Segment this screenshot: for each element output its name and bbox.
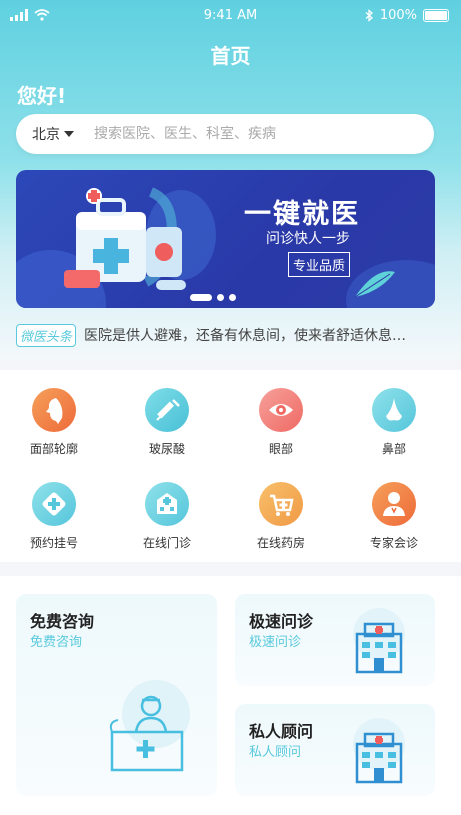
banner-subline: 问诊快人一步 [266, 231, 350, 247]
promo-banner[interactable]: 一键就医 问诊快人一步 专业品质 [16, 170, 435, 308]
category-grid: 面部轮廓 玻尿酸 眼部 鼻部 预约挂号 在线门诊 在线药房 专家会诊 [0, 370, 461, 562]
city-selector[interactable]: 北京 [32, 124, 74, 144]
carousel-dots[interactable] [190, 294, 236, 301]
carousel-dot[interactable] [217, 294, 224, 301]
status-right: 100% [365, 8, 449, 23]
hospital-icon [353, 718, 405, 784]
category-label: 眼部 [268, 442, 293, 456]
eye-icon [259, 388, 303, 432]
category-hyaluronic[interactable]: 玻尿酸 [117, 388, 217, 457]
battery-percent: 100% [379, 8, 417, 23]
face-profile-icon [32, 388, 76, 432]
carousel-dot-active[interactable] [190, 294, 212, 301]
category-label: 在线门诊 [142, 536, 191, 550]
medical-kit-illustration [64, 187, 186, 290]
syringe-icon [145, 388, 189, 432]
status-bar: 9:41 AM 100% [0, 8, 461, 28]
greeting-text: 您好! [17, 84, 67, 108]
card-free-consult[interactable]: 免费咨询 免费咨询 [16, 594, 217, 796]
card-title: 极速问诊 [249, 612, 314, 631]
category-eye[interactable]: 眼部 [231, 388, 331, 457]
hospital-icon [353, 608, 405, 674]
caret-down-icon [64, 131, 74, 137]
card-subtitle: 私人顾问 [249, 745, 302, 760]
battery-icon [423, 9, 449, 22]
category-appointment[interactable]: 预约挂号 [4, 482, 104, 551]
category-nose[interactable]: 鼻部 [344, 388, 444, 457]
category-label: 预约挂号 [29, 536, 78, 550]
pharmacy-cart-icon [259, 482, 303, 526]
nose-icon [372, 388, 416, 432]
news-ticker[interactable]: 微医头条 医院是供人避难，还备有休息间，使来者舒适休息的地方 [16, 323, 441, 347]
doctor-icon [372, 482, 416, 526]
news-badge: 微医头条 [16, 323, 77, 347]
category-label: 面部轮廓 [29, 442, 78, 456]
category-label: 鼻部 [381, 442, 406, 456]
page-title: 首页 [210, 44, 251, 68]
carousel-dot[interactable] [229, 294, 236, 301]
bluetooth-icon [365, 9, 373, 22]
category-label: 玻尿酸 [148, 442, 185, 456]
category-online-clinic[interactable]: 在线门诊 [117, 482, 217, 551]
search-bar[interactable]: 北京 [16, 114, 434, 154]
city-label: 北京 [32, 127, 60, 143]
medical-plus-icon [32, 482, 76, 526]
category-expert[interactable]: 专家会诊 [344, 482, 444, 551]
service-cards: 免费咨询 免费咨询 极速问诊 极速问诊 私人顾问 私人顾问 [0, 576, 461, 815]
category-label: 专家会诊 [369, 536, 418, 550]
search-input[interactable] [92, 125, 396, 143]
category-label: 在线药房 [256, 536, 305, 550]
banner-tag: 专业品质 [288, 252, 351, 277]
news-text[interactable]: 医院是供人避难，还备有休息间，使来者舒适休息的地方 [84, 325, 414, 345]
card-subtitle: 极速问诊 [249, 635, 302, 650]
card-title: 免费咨询 [30, 612, 95, 631]
card-title: 私人顾问 [249, 722, 314, 741]
category-pharmacy[interactable]: 在线药房 [231, 482, 331, 551]
leaf-decoration-icon [354, 271, 395, 298]
card-subtitle: 免费咨询 [30, 635, 83, 650]
card-fast-consult[interactable]: 极速问诊 极速问诊 [235, 594, 435, 686]
banner-headline: 一键就医 [244, 199, 360, 230]
category-face-contour[interactable]: 面部轮廓 [4, 388, 104, 457]
card-private-advisor[interactable]: 私人顾问 私人顾问 [235, 704, 435, 796]
hospital-building-icon [145, 482, 189, 526]
reception-desk-icon [109, 680, 190, 772]
